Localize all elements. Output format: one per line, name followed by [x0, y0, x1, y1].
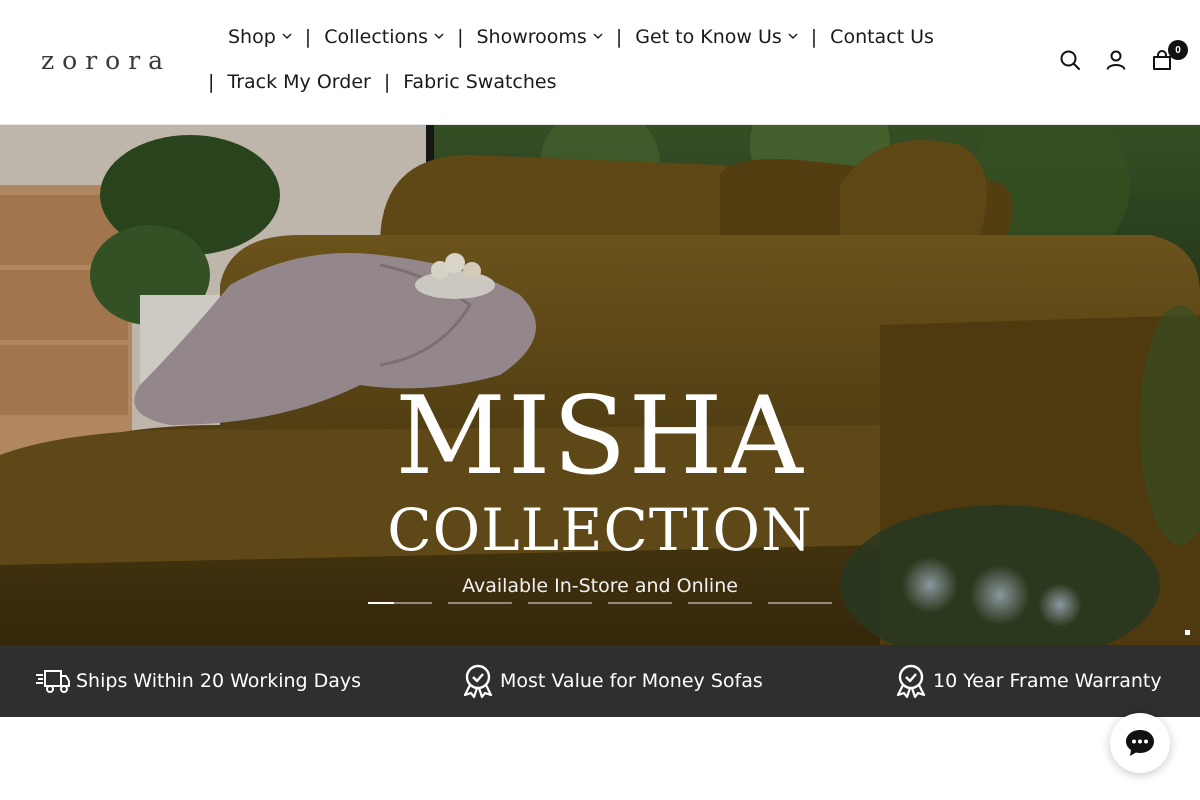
chevron-down-icon: [593, 33, 603, 39]
slide-dot-5[interactable]: [688, 602, 752, 604]
nav-item-collections[interactable]: Collections: [324, 26, 444, 48]
hero-title: MISHA: [395, 374, 805, 499]
hero-subtitle: COLLECTION: [387, 496, 813, 564]
main-nav-row-2: | Track My Order | Fabric Swatches: [208, 71, 556, 93]
slideshow-pagination: [368, 602, 832, 604]
feature-warranty: 10 Year Frame Warranty: [895, 645, 1162, 717]
search-icon: [1060, 50, 1080, 70]
feature-text: 10 Year Frame Warranty: [933, 670, 1162, 692]
nav-item-shop[interactable]: Shop: [228, 26, 292, 48]
award-ribbon-icon: [896, 664, 926, 698]
cart-count-badge: 0: [1168, 40, 1188, 60]
hero-banner[interactable]: MISHA COLLECTION Available In-Store and …: [0, 125, 1200, 645]
nav-item-get-to-know-us[interactable]: Get to Know Us: [635, 26, 798, 48]
feature-value: Most Value for Money Sofas: [462, 645, 763, 717]
nav-separator: |: [457, 26, 464, 48]
nav-separator: |: [304, 26, 312, 48]
delivery-truck-icon: [36, 670, 70, 693]
brand-logo[interactable]: zorora: [41, 46, 171, 75]
header-icons: 0: [1058, 40, 1188, 72]
account-button[interactable]: [1104, 48, 1128, 72]
award-ribbon-icon: [463, 664, 493, 698]
nav-item-contact-us[interactable]: Contact Us: [830, 26, 934, 48]
feature-text: Ships Within 20 Working Days: [76, 670, 362, 692]
chevron-down-icon: [788, 33, 798, 39]
slide-dot-3[interactable]: [528, 602, 592, 604]
nav-item-label: Showrooms: [476, 26, 587, 48]
nav-item-track-my-order[interactable]: Track My Order: [227, 71, 370, 93]
account-icon: [1106, 50, 1126, 70]
nav-separator: |: [615, 26, 623, 48]
nav-item-label: Get to Know Us: [635, 26, 782, 48]
nav-item-label: Fabric Swatches: [403, 71, 557, 93]
chevron-down-icon: [282, 33, 292, 39]
nav-item-label: Track My Order: [227, 71, 371, 93]
feature-shipping: Ships Within 20 Working Days: [36, 645, 361, 717]
chat-bubble-icon: [1126, 730, 1154, 756]
nav-separator: |: [810, 26, 818, 48]
chevron-down-icon: [434, 33, 444, 39]
nav-item-showrooms[interactable]: Showrooms: [477, 26, 603, 48]
nav-item-label: Collections: [324, 26, 429, 48]
search-button[interactable]: [1058, 48, 1082, 72]
features-bar: Ships Within 20 Working Days Most Value …: [0, 645, 1200, 717]
nav-separator: |: [383, 71, 391, 93]
slide-dot-4[interactable]: [608, 602, 672, 604]
nav-item-fabric-swatches[interactable]: Fabric Swatches: [403, 71, 556, 93]
site-header: zorora Shop | Collections | Showrooms | …: [0, 0, 1200, 125]
hero-tagline: Available In-Store and Online: [462, 575, 738, 597]
nav-item-label: Contact Us: [830, 26, 934, 48]
cart-button[interactable]: 0: [1150, 40, 1188, 72]
main-nav-row-1: Shop | Collections | Showrooms | Get to …: [228, 26, 934, 48]
slide-dot-2[interactable]: [448, 602, 512, 604]
chat-launcher-button[interactable]: [1110, 713, 1170, 773]
slide-dot-6[interactable]: [768, 602, 832, 604]
slide-dot-1[interactable]: [368, 602, 432, 604]
feature-text: Most Value for Money Sofas: [500, 670, 763, 692]
slideshow-indicator: [1185, 630, 1190, 635]
nav-separator: |: [208, 71, 215, 93]
slide-progress-fill: [368, 602, 394, 604]
nav-item-label: Shop: [228, 26, 276, 48]
